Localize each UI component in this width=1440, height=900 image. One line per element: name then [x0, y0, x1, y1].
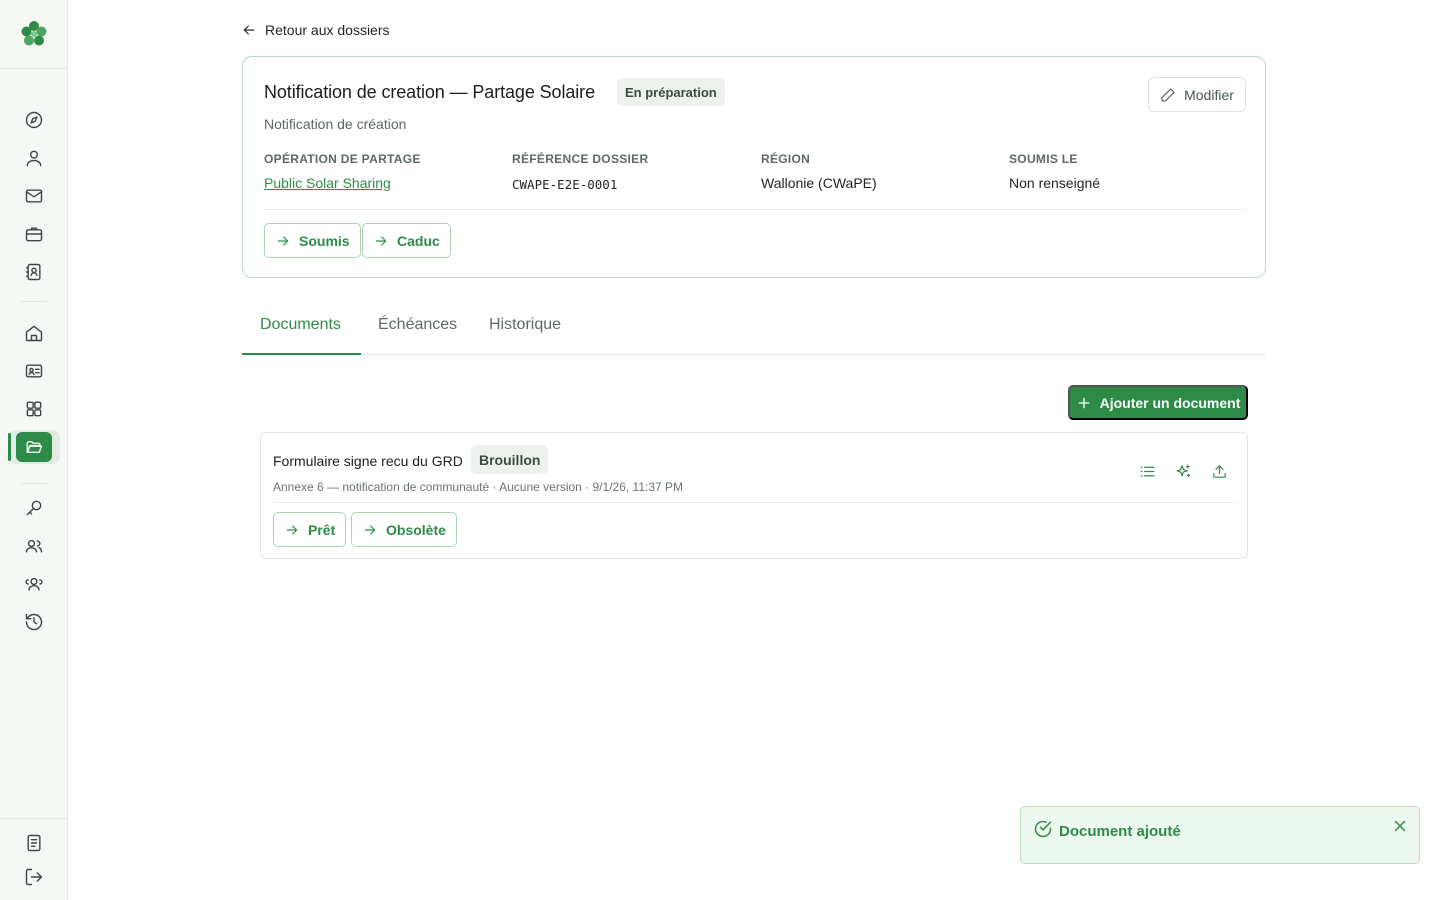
pencil-icon [1161, 87, 1175, 102]
document-meta: Annexe 6 — notification de communauté · … [273, 480, 684, 494]
transition-caduc-button[interactable]: Caduc [362, 223, 451, 258]
key-icon[interactable] [22, 496, 46, 520]
arrow-right-icon [364, 524, 376, 535]
toast-notification: Document ajouté [1020, 806, 1420, 864]
tab-echeances[interactable]: Échéances [378, 316, 457, 334]
mail-icon[interactable] [22, 184, 46, 208]
transition-label: Soumis [299, 232, 350, 249]
sparkles-icon[interactable] [1172, 460, 1194, 482]
field-label-region: RÉGION [761, 152, 811, 166]
id-card-icon[interactable] [22, 359, 46, 383]
edit-button[interactable]: Modifier [1148, 77, 1246, 112]
arrow-right-icon [277, 235, 289, 246]
field-label-reference: RÉFÉRENCE DOSSIER [512, 152, 649, 166]
tab-documents[interactable]: Documents [260, 316, 341, 334]
transition-label: Prêt [308, 521, 336, 538]
app-logo[interactable] [19, 19, 49, 49]
transition-pret-button[interactable]: Prêt [273, 512, 347, 547]
document-divider [273, 502, 1237, 503]
field-label-submitted: SOUMIS LE [1009, 152, 1078, 166]
home-icon[interactable] [22, 321, 46, 345]
back-to-dossiers-link[interactable]: Retour aux dossiers [241, 20, 390, 40]
transition-obsolete-button[interactable]: Obsolète [351, 512, 457, 547]
sidebar-active-indicator [8, 433, 11, 461]
close-icon[interactable] [1391, 817, 1409, 835]
arrow-right-icon [375, 235, 387, 246]
region-value: Wallonie (CWaPE) [761, 175, 877, 191]
transition-label: Obsolète [386, 521, 446, 538]
document-title: Formulaire signe recu du GRD [273, 453, 463, 469]
transition-soumis-button[interactable]: Soumis [264, 223, 361, 258]
transition-label: Caduc [397, 232, 440, 249]
users-icon[interactable] [22, 534, 46, 558]
dossier-header-card: Notification de creation — Partage Solai… [242, 56, 1266, 278]
check-circle-icon [1033, 819, 1053, 839]
edit-button-label: Modifier [1184, 86, 1234, 103]
compass-icon[interactable] [22, 108, 46, 132]
history-icon[interactable] [22, 610, 46, 634]
status-badge: En préparation [617, 78, 725, 106]
list-icon[interactable] [1136, 460, 1158, 482]
document-icon[interactable] [22, 831, 46, 855]
sidebar-divider [0, 818, 67, 819]
field-label-operation: OPÉRATION DE PARTAGE [264, 152, 421, 166]
arrow-left-icon [243, 25, 255, 35]
sidebar-separator [21, 301, 47, 302]
plus-icon [1078, 397, 1089, 408]
card-divider [264, 209, 1246, 210]
upload-icon[interactable] [1208, 460, 1230, 482]
tab-historique[interactable]: Historique [489, 316, 561, 334]
active-tab-underline [242, 353, 361, 355]
sidebar-divider [0, 68, 67, 69]
operation-link[interactable]: Public Solar Sharing [264, 175, 391, 191]
add-document-button[interactable]: Ajouter un document [1068, 385, 1248, 420]
toast-message: Document ajouté [1059, 823, 1181, 840]
arrow-right-icon [286, 524, 298, 535]
document-card: Formulaire signe recu du GRD Brouillon A… [260, 432, 1248, 559]
add-document-label: Ajouter un document [1099, 394, 1241, 411]
tab-bar: Documents Échéances Historique [242, 302, 1266, 355]
dossier-subtitle: Notification de création [264, 116, 407, 132]
sidebar [0, 0, 68, 900]
folder-open-icon[interactable] [16, 432, 52, 462]
page-title: Notification de creation — Partage Solai… [264, 82, 595, 102]
user-icon[interactable] [22, 146, 46, 170]
back-link-label: Retour aux dossiers [265, 22, 390, 38]
submitted-value: Non renseigné [1009, 175, 1101, 191]
users-group-icon[interactable] [22, 572, 46, 596]
grid-icon[interactable] [22, 397, 46, 421]
contact-book-icon[interactable] [22, 260, 46, 284]
reference-value: CWAPE-E2E-0001 [512, 177, 618, 192]
document-status-badge: Brouillon [471, 445, 549, 474]
sidebar-separator [21, 483, 47, 484]
logout-icon[interactable] [22, 865, 46, 889]
briefcase-icon[interactable] [22, 222, 46, 246]
